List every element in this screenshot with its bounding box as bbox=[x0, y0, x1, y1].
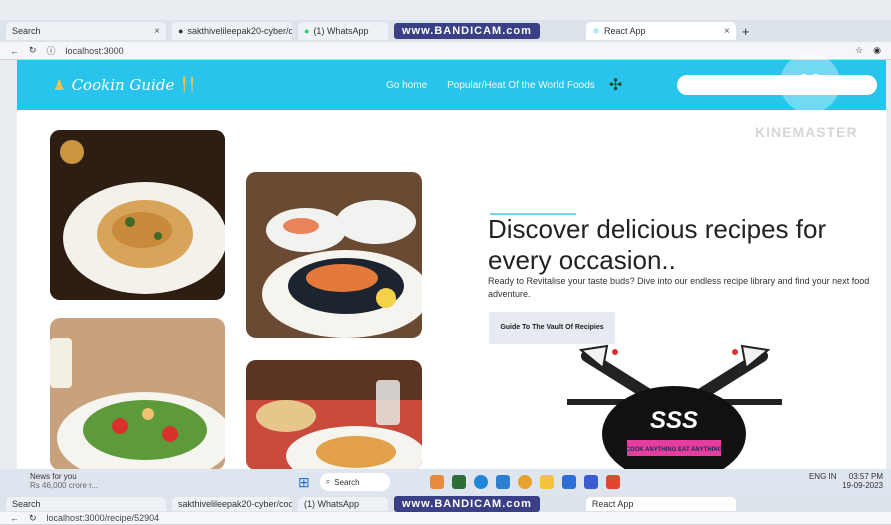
whatsapp-icon: ● bbox=[304, 26, 310, 36]
kinemaster-badge: K bbox=[780, 53, 840, 113]
site-navbar: ♟ Cookin Guide ╿╿ Go home Popular/Heat O… bbox=[17, 60, 886, 110]
edge-icon[interactable] bbox=[473, 475, 488, 489]
logo-text: SSS bbox=[650, 407, 698, 434]
profile-icon[interactable]: ◉ bbox=[873, 45, 881, 56]
cutlery-icon: ╿╿ bbox=[180, 77, 196, 92]
table-food-image bbox=[246, 360, 422, 470]
new-tab-icon[interactable]: + bbox=[742, 24, 750, 39]
kinemaster-watermark: KINEMASTER bbox=[755, 124, 858, 140]
system-tray[interactable]: ENG IN 03:57 PM 19-09-2023 bbox=[809, 472, 883, 491]
url-text[interactable]: localhost:3000 bbox=[66, 46, 124, 56]
taskbar-search[interactable]: ⌕ Search bbox=[319, 473, 390, 491]
tab-react-app[interactable]: React App bbox=[585, 496, 736, 511]
brand-name: Cookin Guide bbox=[71, 76, 175, 94]
app-icon[interactable] bbox=[605, 475, 620, 489]
url-text[interactable]: localhost:3000/recipe/52904 bbox=[47, 513, 160, 523]
app-icon[interactable] bbox=[429, 475, 444, 489]
browser-tab-bar: Search× ● sakthivelileepak20-cyber/cook×… bbox=[0, 20, 891, 42]
github-icon: ● bbox=[178, 26, 184, 36]
logo-tagline: COOK ANYTHING EAT ANYTHING bbox=[626, 447, 723, 453]
app-icon[interactable] bbox=[583, 475, 598, 489]
app-icon[interactable] bbox=[451, 475, 466, 489]
folder-icon[interactable] bbox=[539, 475, 554, 489]
vscode-icon[interactable] bbox=[495, 475, 510, 489]
close-icon[interactable]: × bbox=[154, 26, 160, 37]
tab-search[interactable]: Search × bbox=[6, 22, 166, 40]
tab-github[interactable]: ● sakthivelileepak20-cyber/cook× bbox=[172, 22, 292, 40]
nav-link-popular[interactable]: Popular/Heat Of the World Foods bbox=[447, 80, 595, 91]
reload-icon[interactable]: ↻ bbox=[29, 513, 37, 524]
food-card-seafood[interactable] bbox=[246, 172, 422, 338]
salad-image bbox=[50, 318, 225, 470]
cactus-icon: ✣ bbox=[608, 77, 623, 94]
browser-tab-bar-bottom: Search sakthivelileepak20-cyber/cook (1)… bbox=[0, 495, 891, 512]
windows-start-icon[interactable]: ⊞ bbox=[298, 474, 310, 491]
chef-icon: ♟ bbox=[53, 76, 66, 93]
tab-whatsapp[interactable]: ● (1) WhatsApp bbox=[298, 22, 388, 40]
tab-whatsapp[interactable]: (1) WhatsApp bbox=[298, 496, 388, 511]
hero-headline: Discover delicious recipes for every occ… bbox=[488, 214, 827, 276]
food-card-salad[interactable] bbox=[50, 318, 225, 470]
nav-link-home[interactable]: Go home bbox=[386, 80, 427, 91]
seafood-image bbox=[246, 172, 422, 338]
food-card-table[interactable] bbox=[246, 360, 422, 470]
back-icon[interactable]: ← bbox=[10, 513, 19, 523]
address-bar: ← ↻ ⓘ localhost:3000 ☆ ◉ bbox=[0, 42, 891, 60]
tab-github[interactable]: sakthivelileepak20-cyber/cook bbox=[172, 496, 292, 511]
sss-logo: SSS COOK ANYTHING EAT ANYTHING bbox=[567, 344, 782, 470]
pasta-image bbox=[50, 130, 225, 300]
reload-icon[interactable]: ↻ bbox=[29, 45, 37, 56]
bandicam-watermark: www.BANDICAM.com bbox=[394, 495, 540, 512]
star-icon[interactable]: ☆ bbox=[855, 45, 863, 56]
info-icon: ⓘ bbox=[46, 46, 56, 56]
store-icon[interactable] bbox=[561, 475, 576, 489]
tab-react-app[interactable]: ⚛ React App × bbox=[585, 22, 736, 40]
back-icon[interactable]: ← bbox=[10, 46, 19, 56]
search-icon: ⌕ bbox=[325, 477, 331, 486]
react-icon: ⚛ bbox=[591, 25, 600, 36]
bandicam-watermark: www.BANDICAM.com bbox=[394, 23, 540, 39]
news-widget[interactable]: News for you Rs 46,000 crore r... bbox=[30, 472, 98, 491]
windows-taskbar: News for you Rs 46,000 crore r... ⊞ ⌕ Se… bbox=[0, 469, 891, 495]
address-bar-bottom: ← ↻ localhost:3000/recipe/52904 bbox=[0, 512, 891, 525]
hero-subtext: Ready to Revitalise your taste buds? Div… bbox=[488, 276, 870, 300]
vault-of-recipes-button[interactable]: Guide To The Vault Of Recipies bbox=[489, 312, 615, 344]
brand[interactable]: ♟ Cookin Guide ╿╿ bbox=[53, 76, 196, 94]
close-icon[interactable]: × bbox=[724, 26, 730, 37]
chrome-icon[interactable] bbox=[517, 475, 532, 489]
taskbar-apps bbox=[429, 475, 620, 489]
search-input[interactable] bbox=[677, 75, 878, 95]
tab-search[interactable]: Search bbox=[6, 496, 166, 511]
food-card-pasta[interactable] bbox=[50, 130, 225, 300]
